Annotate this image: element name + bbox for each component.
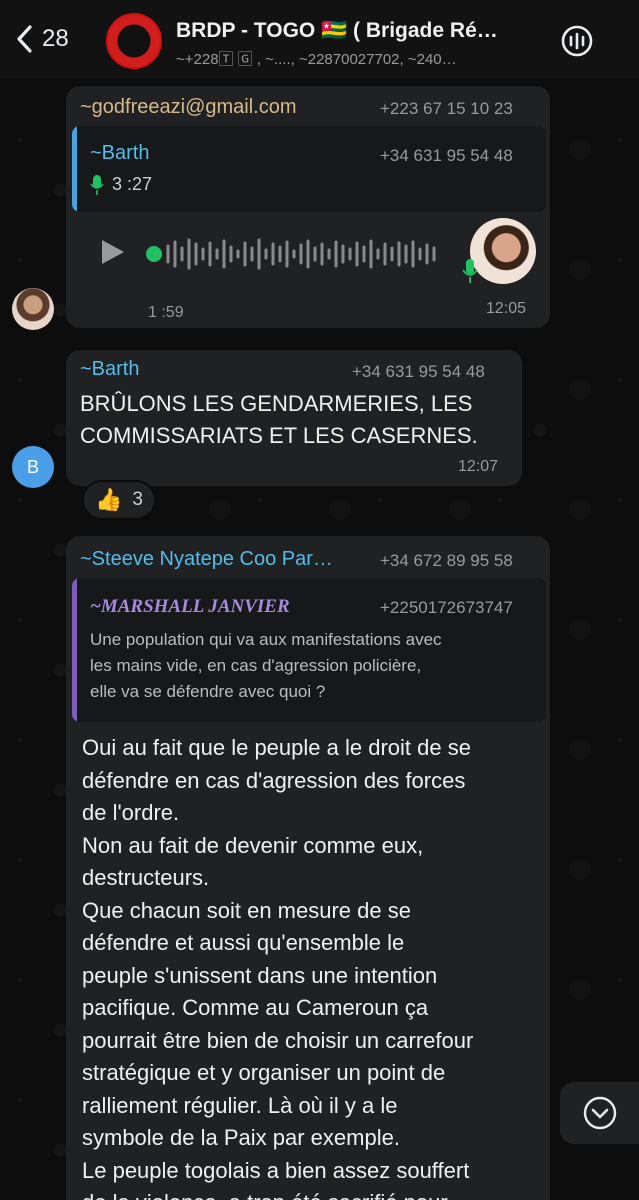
message-barth[interactable]: ~Barth +34 631 95 54 48 BRÛLONS LES GEND… [66, 350, 522, 486]
message-time: 12:07 [458, 458, 499, 475]
voice-waveform[interactable] [144, 234, 444, 274]
group-title[interactable]: BRDP - TOGO 🇹🇬 ( Brigade Ré… [176, 19, 541, 43]
quote-text-line: elle va se défendre avec quoi ? [90, 682, 326, 701]
message-text-line: destructeurs. [82, 865, 210, 890]
message-text-line: défendre en cas d'agression des forces [82, 767, 466, 793]
quote-bar [72, 578, 77, 722]
reaction-count: 3 [132, 489, 143, 510]
message-text-line: BRÛLONS LES GENDARMERIES, LES [80, 391, 473, 416]
quoted-message[interactable]: ~MARSHALL JANVIER +2250172673747 Une pop… [72, 578, 546, 722]
microphone-icon [462, 259, 478, 283]
voice-chat-icon[interactable] [560, 24, 594, 58]
reaction-badge[interactable]: 👍 3 [82, 480, 156, 520]
message-text-line: défendre et aussi qu'ensemble le [82, 930, 405, 955]
chat-header: 28 BRDP - TOGO 🇹🇬 ( Brigade Ré… ~+228🅃 🄶… [0, 0, 639, 78]
message-time: 12:05 [486, 300, 527, 317]
quote-bar [72, 126, 77, 212]
sender-avatar[interactable] [12, 288, 54, 330]
voice-sender-avatar [470, 218, 536, 284]
group-avatar[interactable] [106, 13, 162, 69]
sender-name[interactable]: ~Steeve Nyatepe Coo Par… [80, 548, 333, 571]
thumbs-up-icon: 👍 [95, 487, 123, 512]
back-button[interactable]: 28 [14, 24, 69, 54]
message-text-line: pacifique. Comme au Cameroun ça [82, 995, 429, 1020]
quote-duration: 3 :27 [112, 174, 153, 194]
message-text-line: de l'ordre. [82, 800, 180, 825]
quote-phone: +34 631 95 54 48 [380, 146, 513, 165]
microphone-icon [90, 175, 104, 195]
voice-duration: 1 :59 [148, 304, 184, 321]
quote-phone: +2250172673747 [380, 598, 513, 617]
quote-text-line: les mains vide, en cas d'agression polic… [90, 656, 422, 675]
scroll-down-button[interactable] [560, 1082, 639, 1144]
sender-name[interactable]: ~Barth [80, 358, 139, 381]
chevron-down-icon [583, 1096, 617, 1130]
message-text-line: de la violence, a trop été sacrifié pour [82, 1187, 542, 1200]
message-text-line: stratégique et y organiser un point de [82, 1060, 446, 1085]
chevron-left-icon [17, 25, 32, 53]
avatar-initial: B [26, 456, 39, 477]
quote-sender: ~MARSHALL JANVIER [90, 596, 290, 617]
message-steeve[interactable]: ~Steeve Nyatepe Coo Par… +34 672 89 95 5… [66, 536, 550, 1200]
message-text-line: symbole de la Paix par exemple. [82, 1125, 400, 1150]
message-text-line: ralliement régulier. Là où il y a le [82, 1092, 398, 1118]
message-text-line: Le peuple togolais a bien assez souffert [82, 1157, 470, 1183]
message-voice[interactable]: ~godfreeazi@gmail.com +223 67 15 10 23 ~… [66, 86, 550, 328]
quote-text-line: Une population qui va aux manifestations… [90, 630, 442, 649]
message-text-line: Non au fait de devenir comme eux, [82, 832, 424, 858]
sender-avatar[interactable]: B [12, 446, 54, 488]
group-members[interactable]: ~+228🅃 🄶 , ~...., ~22870027702, ~240… [176, 48, 541, 69]
unread-count: 28 [42, 25, 69, 52]
message-text-line: Oui au fait que le peuple a le droit de … [82, 735, 471, 760]
sender-phone: +34 672 89 95 58 [380, 551, 513, 570]
message-body: Oui au fait que le peuple a le droit de … [82, 732, 542, 1200]
quoted-message[interactable]: ~Barth +34 631 95 54 48 3 :27 [72, 126, 546, 212]
sender-phone: +223 67 15 10 23 [380, 99, 513, 118]
sender-name[interactable]: ~godfreeazi@gmail.com [80, 96, 297, 119]
message-text-line: COMMISSARIATS ET LES CASERNES. [80, 423, 478, 448]
sender-phone: +34 631 95 54 48 [352, 362, 485, 381]
play-icon[interactable] [98, 238, 126, 266]
message-text-line: Que chacun soit en mesure de se [82, 897, 411, 923]
message-text-line: pourrait être bien de choisir un carrefo… [82, 1027, 474, 1053]
quote-sender: ~Barth [90, 142, 150, 164]
message-text-line: peuple s'unissent dans une intention [82, 962, 438, 988]
